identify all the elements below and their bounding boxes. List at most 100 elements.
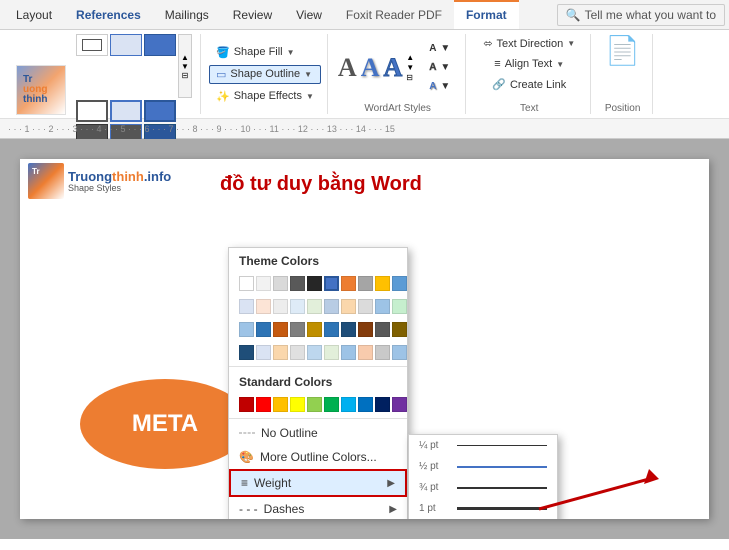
weight-025pt[interactable]: ¼ pt xyxy=(409,435,557,456)
tab-review[interactable]: Review xyxy=(221,0,284,29)
tc-r3-5[interactable] xyxy=(307,322,322,337)
tc-r4-2[interactable] xyxy=(256,345,271,360)
color-blue[interactable] xyxy=(324,276,339,291)
align-text-dropdown[interactable]: ▼ xyxy=(556,60,564,69)
color-light-blue[interactable] xyxy=(392,276,407,291)
tab-format[interactable]: Format xyxy=(454,0,519,29)
shape-effects-button[interactable]: ✨ Shape Effects ▼ xyxy=(209,87,321,106)
logo-image: Tr uong thinh xyxy=(16,65,66,115)
tc-r2-8[interactable] xyxy=(358,299,373,314)
color-light-gray2[interactable] xyxy=(273,276,288,291)
text-fill-button[interactable]: A ▼ xyxy=(422,40,457,57)
text-direction-button[interactable]: ⬄ Text Direction ▼ xyxy=(476,34,582,53)
tc-r2-2[interactable] xyxy=(256,299,271,314)
text-outline-button[interactable]: A ▼ xyxy=(422,59,457,76)
tc-r2-5[interactable] xyxy=(307,299,322,314)
tc-r3-3[interactable] xyxy=(273,322,288,337)
shape-fill-button[interactable]: 🪣 Shape Fill ▼ xyxy=(209,43,321,62)
align-text-button[interactable]: ≡ Align Text ▼ xyxy=(487,55,571,73)
shape-style-box-4[interactable] xyxy=(76,100,108,122)
shape-fill-dropdown-arrow[interactable]: ▼ xyxy=(287,48,295,57)
sc-yellow[interactable] xyxy=(290,397,305,412)
dashes-label: Dashes xyxy=(264,502,305,516)
tc-r3-9[interactable] xyxy=(375,322,390,337)
tc-r4-7[interactable] xyxy=(341,345,356,360)
tab-view[interactable]: View xyxy=(284,0,334,29)
tc-r4-10[interactable] xyxy=(392,345,407,360)
wordart-scroll-up[interactable]: ▲ xyxy=(406,53,414,62)
wordart-sample-2[interactable]: A xyxy=(361,53,380,83)
effects-icon: ✨ xyxy=(216,90,230,103)
ruler-marks: · · · 1 · · · 2 · · · 3 · · · 4 · · · 5 … xyxy=(8,124,395,134)
tc-r3-4[interactable] xyxy=(290,322,305,337)
tc-r2-7[interactable] xyxy=(341,299,356,314)
more-colors-item[interactable]: 🎨 More Outline Colors... xyxy=(229,445,407,469)
text-effects-button[interactable]: A ▼ xyxy=(422,78,457,95)
tc-r2-10[interactable] xyxy=(392,299,407,314)
wordart-scroll-down[interactable]: ▼ xyxy=(406,63,414,72)
tab-mailings[interactable]: Mailings xyxy=(153,0,221,29)
tc-r4-6[interactable] xyxy=(324,345,339,360)
shape-style-box-3[interactable] xyxy=(144,34,176,56)
tab-foxit[interactable]: Foxit Reader PDF xyxy=(334,0,454,29)
wordart-sample-1[interactable]: A xyxy=(338,53,357,83)
tc-r4-3[interactable] xyxy=(273,345,288,360)
shape-outline-dropdown-arrow[interactable]: ▼ xyxy=(304,70,312,79)
tc-r3-8[interactable] xyxy=(358,322,373,337)
tc-r3-2[interactable] xyxy=(256,322,271,337)
weight-label: Weight xyxy=(254,476,291,490)
sc-light-blue[interactable] xyxy=(341,397,356,412)
color-black[interactable] xyxy=(307,276,322,291)
tc-r2-3[interactable] xyxy=(273,299,288,314)
wordart-scroll: ▲ ▼ ⊟ xyxy=(406,53,414,82)
tc-r4-8[interactable] xyxy=(358,345,373,360)
sc-blue[interactable] xyxy=(358,397,373,412)
color-orange[interactable] xyxy=(341,276,356,291)
color-gray[interactable] xyxy=(358,276,373,291)
position-icon[interactable]: 📄 xyxy=(605,34,640,67)
tc-r4-5[interactable] xyxy=(307,345,322,360)
shape-style-box-2[interactable] xyxy=(110,34,142,56)
wordart-scroll-expand[interactable]: ⊟ xyxy=(406,73,414,82)
shape-style-box-5[interactable] xyxy=(110,100,142,122)
sc-red[interactable] xyxy=(256,397,271,412)
sc-dark-blue[interactable] xyxy=(375,397,390,412)
tc-r3-7[interactable] xyxy=(341,322,356,337)
sc-light-green[interactable] xyxy=(307,397,322,412)
no-outline-item[interactable]: No Outline xyxy=(229,421,407,445)
align-text-icon: ≡ xyxy=(494,58,500,70)
tc-r3-10[interactable] xyxy=(392,322,407,337)
color-white[interactable] xyxy=(239,276,254,291)
text-direction-dropdown[interactable]: ▼ xyxy=(567,39,575,48)
shape-effects-dropdown-arrow[interactable]: ▼ xyxy=(306,92,314,101)
dashes-item[interactable]: - - - Dashes ▶ xyxy=(229,497,407,519)
shape-style-box-6[interactable] xyxy=(144,100,176,122)
tc-r2-4[interactable] xyxy=(290,299,305,314)
tc-r4-1[interactable] xyxy=(239,345,254,360)
tab-references[interactable]: References xyxy=(64,0,153,29)
red-arrow-svg xyxy=(519,459,659,519)
sc-orange[interactable] xyxy=(273,397,288,412)
sc-dark-red[interactable] xyxy=(239,397,254,412)
tc-r3-6[interactable] xyxy=(324,322,339,337)
tc-r4-9[interactable] xyxy=(375,345,390,360)
tc-r2-9[interactable] xyxy=(375,299,390,314)
color-yellow[interactable] xyxy=(375,276,390,291)
tc-r2-1[interactable] xyxy=(239,299,254,314)
tc-r4-4[interactable] xyxy=(290,345,305,360)
shape-style-scroll[interactable]: ▲ ▼ ⊟ xyxy=(178,34,192,98)
tc-r2-6[interactable] xyxy=(324,299,339,314)
color-dark-gray[interactable] xyxy=(290,276,305,291)
weight-item[interactable]: ≡ Weight ▶ xyxy=(229,469,407,497)
ribbon-search[interactable]: 🔍 Tell me what you want to xyxy=(557,4,725,26)
tc-r3-1[interactable] xyxy=(239,322,254,337)
shape-outline-button[interactable]: ▭ Shape Outline ▼ xyxy=(209,65,321,84)
wordart-sample-3[interactable]: A xyxy=(383,53,402,83)
sc-green[interactable] xyxy=(324,397,339,412)
sc-purple[interactable] xyxy=(392,397,407,412)
logo-graphic: Tr xyxy=(28,163,64,199)
create-link-button[interactable]: 🔗 Create Link xyxy=(485,75,573,94)
color-light-gray1[interactable] xyxy=(256,276,271,291)
shape-style-box-1[interactable] xyxy=(76,34,108,56)
tab-layout[interactable]: Layout xyxy=(4,0,64,29)
